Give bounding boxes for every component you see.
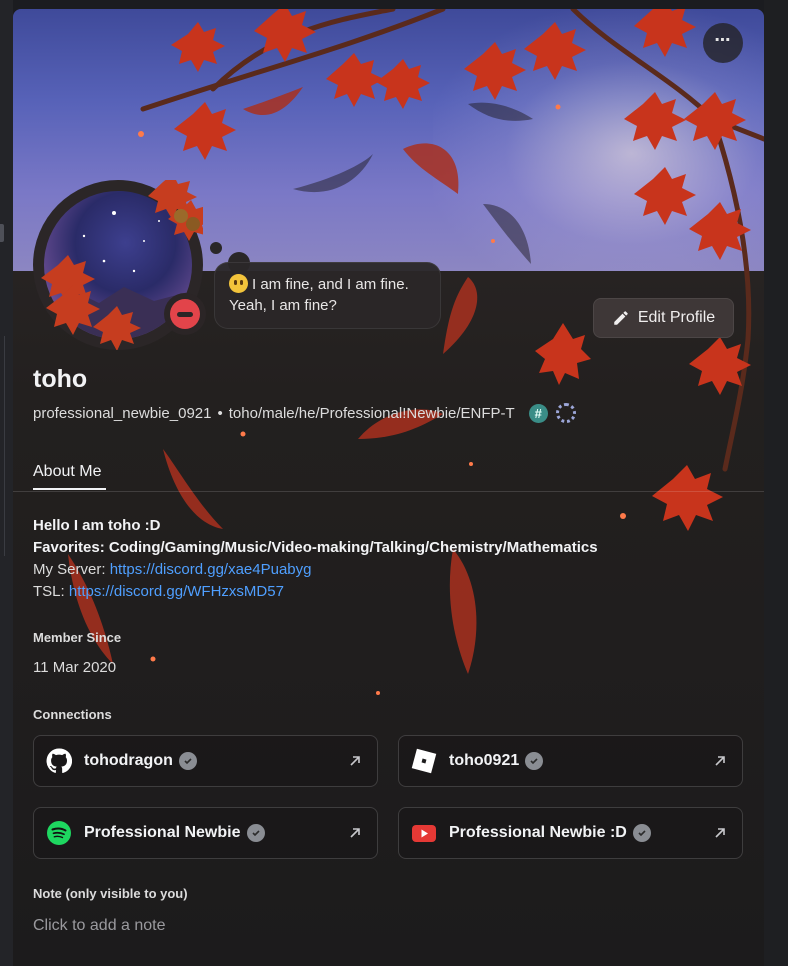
nitro-badge-icon[interactable] <box>555 403 576 423</box>
pronouns: toho/male/he/Professional!Newbie/ENFP-T <box>228 404 515 422</box>
connection-name: Professional Newbie <box>84 824 241 841</box>
external-link-arrow-icon <box>715 828 725 838</box>
profile-card: ⋯ I am fine, and I am fine. Yeah, I am f… <box>13 9 764 966</box>
connection-name: toho0921 <box>449 752 520 769</box>
tsl-invite-link[interactable]: https://discord.gg/WFHzxsMD57 <box>69 583 284 600</box>
note-heading: Note (only visible to you) <box>33 886 188 901</box>
custom-status-text: I am fine, and I am fine. Yeah, I am fin… <box>229 276 409 314</box>
avatar[interactable] <box>33 180 206 350</box>
member-since-heading: Member Since <box>33 630 122 645</box>
thought-dot <box>210 242 222 254</box>
bio-line-tsl: TSL: https://discord.gg/WFHzxsMD57 <box>33 581 598 603</box>
server-label: My Server: <box>33 561 110 578</box>
edit-profile-label: Edit Profile <box>637 309 716 326</box>
bio-line-greeting: Hello I am toho :D <box>33 517 161 534</box>
tab-selected-indicator <box>33 488 106 490</box>
username[interactable]: professional_newbie_0921 <box>33 405 211 422</box>
connection-name: tohodragon <box>84 752 173 769</box>
connection-spotify[interactable]: Professional Newbie <box>33 807 378 859</box>
external-link-arrow-icon <box>715 756 725 766</box>
tab-divider <box>13 491 764 492</box>
connection-name: Professional Newbie :D <box>449 824 627 841</box>
hashtag-badge-icon[interactable]: # <box>528 403 548 423</box>
connection-github[interactable]: tohodragon <box>33 735 378 787</box>
tsl-label: TSL: <box>33 583 69 600</box>
bio-line-favorites: Favorites: Coding/Gaming/Music/Video-mak… <box>33 539 598 556</box>
side-panel-edge <box>764 0 788 966</box>
custom-status-bubble[interactable]: I am fine, and I am fine. Yeah, I am fin… <box>214 262 441 329</box>
github-icon <box>46 748 72 773</box>
pencil-icon <box>614 311 628 325</box>
divider <box>4 336 5 556</box>
edit-profile-button[interactable]: Edit Profile <box>593 298 734 338</box>
username-line: professional_newbie_0921 • toho/male/he/… <box>33 403 576 423</box>
more-options-button[interactable]: ⋯ <box>703 23 743 63</box>
do-not-disturb-icon <box>170 299 200 329</box>
member-since-date: 11 Mar 2020 <box>33 659 117 676</box>
display-name: toho <box>33 365 88 393</box>
status-indicator-dnd <box>164 293 206 335</box>
separator: • <box>217 404 223 422</box>
verified-check-icon <box>525 752 544 770</box>
spotify-icon <box>47 821 71 845</box>
scroll-indicator <box>0 224 4 242</box>
neutral-face-emoji-icon <box>229 274 248 293</box>
external-link-arrow-icon <box>350 756 360 766</box>
server-invite-link[interactable]: https://discord.gg/xae4Puabyg <box>110 561 312 578</box>
about-me-bio: Hello I am toho :D Favorites: Coding/Gam… <box>33 515 598 603</box>
connection-youtube[interactable]: Professional Newbie :D <box>398 807 743 859</box>
connections-heading: Connections <box>33 707 112 722</box>
tab-about-me[interactable]: About Me <box>33 463 101 481</box>
note-input[interactable] <box>33 914 733 938</box>
channel-list-edge <box>0 0 13 966</box>
external-link-arrow-icon <box>350 828 360 838</box>
roblox-icon <box>411 748 437 774</box>
verified-check-icon <box>246 824 265 842</box>
verified-check-icon <box>632 824 651 842</box>
ellipsis-icon: ⋯ <box>714 32 732 49</box>
bio-line-server: My Server: https://discord.gg/xae4Puabyg <box>33 559 598 581</box>
youtube-icon <box>412 825 436 842</box>
verified-check-icon <box>178 752 197 770</box>
connection-roblox[interactable]: toho0921 <box>398 735 743 787</box>
